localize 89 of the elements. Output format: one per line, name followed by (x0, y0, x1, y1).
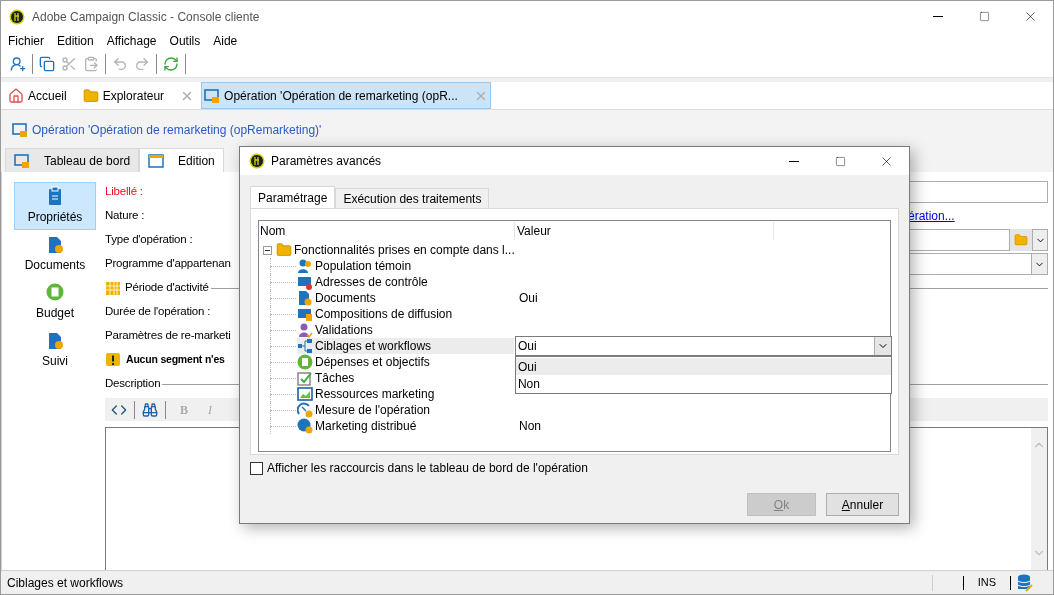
section-tab[interactable]: Edition (139, 148, 224, 172)
document-tab[interactable]: Opération 'Opération de remarketing (opR... (201, 82, 491, 109)
tree-item[interactable]: Ressources marketing (297, 386, 515, 402)
tree-item[interactable]: Dépenses et objectifs (297, 354, 515, 370)
minimize-icon (933, 16, 943, 17)
column-header[interactable]: Valeur (515, 222, 774, 240)
tree-value: Non (519, 418, 541, 435)
person-icon (297, 322, 313, 338)
tree-item[interactable]: Fonctionnalités prises en compte dans l... (294, 241, 515, 259)
cancel-button[interactable]: Annuler (826, 493, 899, 516)
sidebar-item[interactable]: Documents (14, 230, 96, 278)
menu-item[interactable]: Fichier (8, 32, 44, 50)
tree-item[interactable]: Adresses de contrôle (297, 274, 515, 290)
nature-link[interactable]: ération... (908, 207, 1048, 225)
dropdown-option[interactable]: Oui (515, 358, 891, 375)
tree-value: Oui (519, 290, 538, 307)
type-field[interactable] (908, 229, 1010, 251)
dialog-title: Paramètres avancés (271, 153, 382, 170)
folder-button[interactable] (1010, 229, 1032, 251)
warning-text: Aucun segment n'es (126, 352, 225, 368)
folder-icon (276, 242, 292, 258)
dropdown-option[interactable]: Non (515, 375, 891, 392)
tree-item[interactable]: Mesure de l'opération (297, 402, 515, 418)
warning-icon (105, 352, 121, 368)
sidebar-item[interactable]: Budget (14, 278, 96, 326)
checkbox-icon (297, 370, 313, 386)
checkbox[interactable] (250, 461, 263, 475)
insert-mode: INS (977, 575, 996, 591)
tree-item[interactable]: Marketing distribué (297, 418, 515, 434)
people-icon (297, 258, 313, 274)
menu-item[interactable]: Outils (169, 32, 201, 50)
sidebar-item[interactable]: Suivi (14, 326, 96, 374)
folder-icon (82, 87, 99, 104)
app-logo (9, 8, 25, 25)
window-title: Adobe Campaign Classic - Console cliente (32, 8, 260, 26)
document-icon (46, 234, 64, 254)
home-icon (8, 87, 24, 104)
menu-item[interactable]: Aide (213, 32, 238, 50)
document-icon (297, 290, 313, 306)
monitor-icon (12, 122, 28, 138)
breadcrumb-link[interactable]: Opération 'Opération de remarketing (opRemarketing)' (32, 121, 322, 139)
field-label: Durée de l'opération : (105, 304, 211, 320)
window-icon (148, 153, 165, 168)
dialog-tab[interactable]: Exécution des traitements (335, 188, 490, 208)
section-label: Description (105, 376, 161, 392)
document-tab[interactable]: Accueil (5, 82, 76, 109)
menu-item[interactable]: Edition (57, 32, 94, 50)
database-icon (1017, 573, 1033, 592)
checkbox-label: Afficher les raccourcis dans le tableau de bord de l'opération (267, 460, 588, 477)
document-icon (46, 330, 64, 350)
column-header[interactable]: Nom (259, 222, 515, 240)
app-logo (249, 153, 265, 169)
dropdown-button[interactable] (1032, 229, 1048, 251)
calculator-icon (297, 354, 313, 370)
monitor-icon (204, 87, 221, 104)
text-field[interactable] (908, 181, 1048, 203)
folder-icon (1014, 233, 1028, 247)
tree-item[interactable]: Population témoin (297, 258, 515, 274)
menu-item[interactable]: Affichage (106, 32, 157, 50)
field-label: Type d'opération : (105, 232, 193, 248)
section-label: Période d'activité (125, 280, 209, 296)
maximize-icon (978, 11, 990, 22)
section-tab[interactable]: Tableau de bord (5, 148, 140, 172)
tree-item[interactable]: Documents (297, 290, 515, 306)
gauge-icon (297, 402, 313, 418)
search-icon[interactable] (142, 401, 158, 418)
tree-item[interactable]: Ciblages et workflows (297, 338, 514, 354)
field-label: Libellé : (105, 184, 143, 200)
tree-item[interactable]: Compositions de diffusion (297, 306, 515, 322)
program-dropdown[interactable] (908, 253, 1048, 275)
field-label: Programme d'appartenan (105, 256, 231, 272)
status-text: Ciblages et workflows (7, 574, 124, 592)
tree-item[interactable]: Validations (297, 322, 515, 338)
workflow-icon (297, 338, 313, 354)
clipboard-icon (46, 186, 64, 206)
chart-icon (297, 386, 313, 402)
calculator-icon (46, 282, 64, 302)
collapse-icon[interactable] (263, 245, 272, 255)
maximize-icon (834, 155, 846, 167)
field-label: Nature : (105, 208, 145, 224)
document-tab[interactable]: Explorateur (79, 82, 198, 109)
tree-item[interactable]: Tâches (297, 370, 515, 386)
monitor-icon (14, 152, 30, 169)
minimize-icon (789, 160, 799, 162)
value-dropdown[interactable]: Oui (514, 336, 892, 356)
sidebar-item[interactable]: Propriétés (14, 182, 96, 230)
field-label: Paramètres de re-marketi (105, 328, 231, 344)
calendar-icon (105, 280, 121, 296)
dialog-tab[interactable]: Paramétrage (250, 186, 336, 208)
